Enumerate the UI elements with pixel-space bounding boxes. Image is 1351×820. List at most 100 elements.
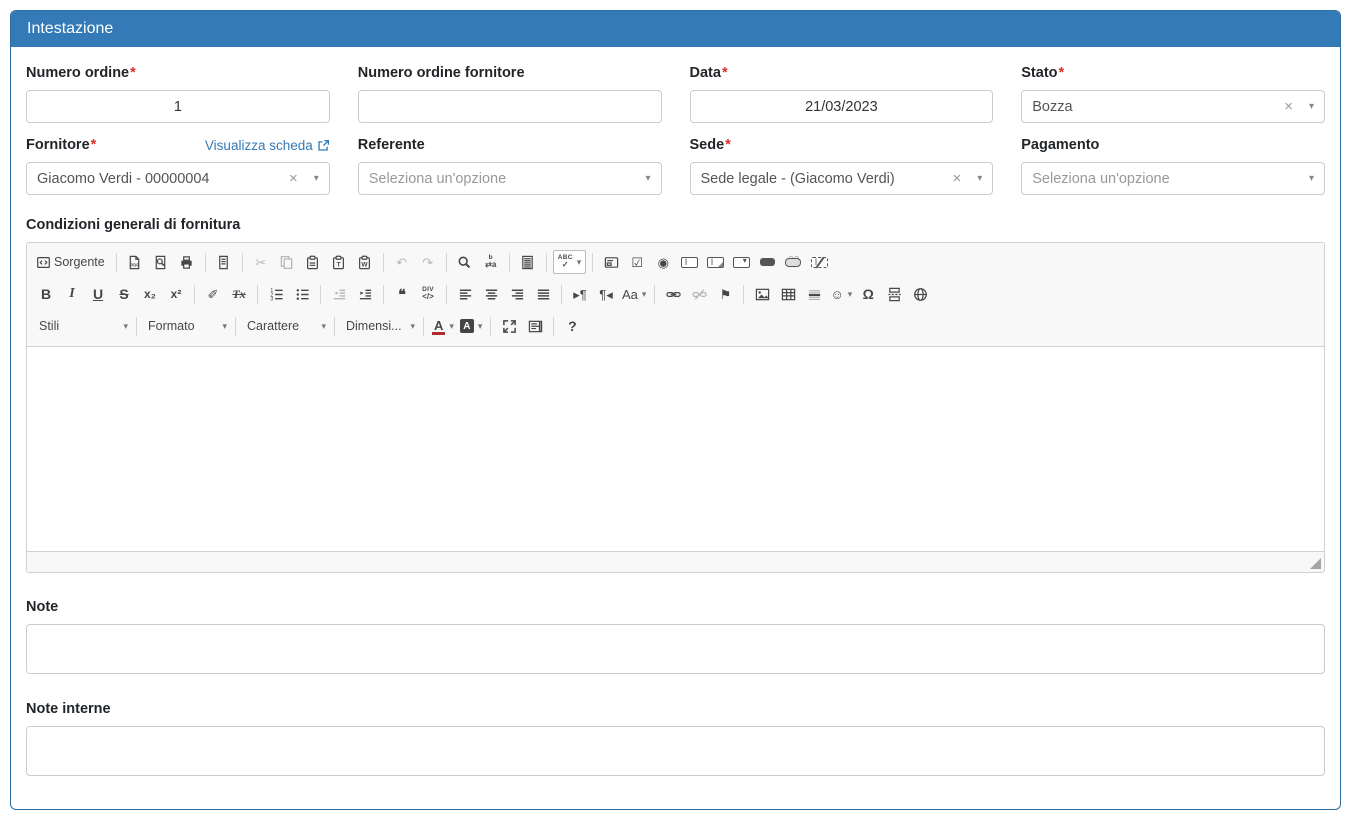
select-all-button[interactable] bbox=[516, 250, 540, 274]
editor-content[interactable] bbox=[27, 347, 1324, 551]
underline-button[interactable]: U bbox=[86, 282, 110, 306]
indent-icon bbox=[358, 287, 373, 302]
link-button[interactable] bbox=[661, 282, 685, 306]
iframe-button[interactable] bbox=[908, 282, 932, 306]
select-field-button[interactable] bbox=[729, 250, 753, 274]
anchor-button[interactable]: ⚑ bbox=[713, 282, 737, 306]
textarea-button[interactable] bbox=[703, 250, 727, 274]
find-button[interactable] bbox=[453, 250, 477, 274]
numbered-list-button[interactable]: 123 bbox=[264, 282, 288, 306]
redo-button: ↷ bbox=[416, 250, 440, 274]
bidi-ltr-button[interactable]: ▸¶ bbox=[568, 282, 592, 306]
text-color-icon: A bbox=[432, 318, 445, 335]
subscript-button[interactable]: x₂ bbox=[138, 282, 162, 306]
fornitore-select[interactable]: Giacomo Verdi - 00000004 × ▾ bbox=[26, 162, 330, 195]
field-label: Fornitore* bbox=[26, 137, 96, 153]
note-textarea[interactable] bbox=[26, 624, 1325, 674]
clear-icon[interactable]: × bbox=[281, 170, 306, 187]
table-button[interactable] bbox=[776, 282, 800, 306]
chevron-down-icon: ▾ bbox=[119, 321, 128, 332]
font-dropdown[interactable]: Carattere▾ bbox=[242, 314, 328, 338]
chevron-down-icon[interactable]: ▾ bbox=[1301, 173, 1314, 184]
toolbar-separator bbox=[383, 253, 384, 272]
show-blocks-button[interactable] bbox=[523, 314, 547, 338]
bg-color-button[interactable]: A▾ bbox=[458, 314, 485, 338]
toolbar-separator bbox=[553, 317, 554, 336]
format-dropdown[interactable]: Formato▾ bbox=[143, 314, 229, 338]
text-color-button[interactable]: A▾ bbox=[430, 314, 456, 338]
numero-ordine-input[interactable] bbox=[26, 90, 330, 123]
radio-button[interactable]: ◉ bbox=[651, 250, 675, 274]
align-left-button[interactable] bbox=[453, 282, 477, 306]
div-container-icon: DIV</> bbox=[422, 287, 434, 301]
form-button[interactable] bbox=[599, 250, 623, 274]
replace-button[interactable]: b⇄a bbox=[479, 250, 503, 274]
image-button-button[interactable] bbox=[781, 250, 805, 274]
remove-format-button[interactable]: Tx bbox=[227, 282, 251, 306]
superscript-button[interactable]: x² bbox=[164, 282, 188, 306]
maximize-button[interactable] bbox=[497, 314, 521, 338]
paste-word-button[interactable]: W bbox=[353, 250, 377, 274]
bold-button[interactable]: B bbox=[34, 282, 58, 306]
chevron-down-icon[interactable]: ▾ bbox=[637, 173, 650, 184]
visualizza-scheda-link[interactable]: Visualizza scheda bbox=[205, 138, 330, 153]
chevron-down-icon[interactable]: ▾ bbox=[969, 173, 982, 184]
sede-select[interactable]: Sede legale - (Giacomo Verdi) × ▾ bbox=[690, 162, 994, 195]
print-button[interactable] bbox=[175, 250, 199, 274]
referente-select[interactable]: Seleziona un'opzione ▾ bbox=[358, 162, 662, 195]
checkbox-button[interactable]: ☑ bbox=[625, 250, 649, 274]
horizontal-rule-button[interactable] bbox=[802, 282, 826, 306]
styles-dropdown[interactable]: Stili▾ bbox=[34, 314, 130, 338]
clear-icon[interactable]: × bbox=[1276, 98, 1301, 115]
note-interne-textarea[interactable] bbox=[26, 726, 1325, 776]
about-button[interactable]: ? bbox=[560, 314, 584, 338]
italic-button[interactable]: I bbox=[60, 282, 84, 306]
strikethrough-button[interactable]: S bbox=[112, 282, 136, 306]
page-break-button[interactable] bbox=[882, 282, 906, 306]
bidi-rtl-button[interactable]: ¶◂ bbox=[594, 282, 618, 306]
justify-button[interactable] bbox=[531, 282, 555, 306]
toolbar-separator bbox=[334, 317, 335, 336]
justify-icon bbox=[536, 287, 551, 302]
paste-text-button[interactable]: T bbox=[327, 250, 351, 274]
export-pdf-button[interactable]: PDF bbox=[123, 250, 147, 274]
align-right-button[interactable] bbox=[505, 282, 529, 306]
source-button-label: Sorgente bbox=[51, 255, 108, 269]
copy-formatting-button[interactable]: ✐ bbox=[201, 282, 225, 306]
chevron-down-icon: ▾ bbox=[844, 289, 853, 300]
indent-button[interactable] bbox=[353, 282, 377, 306]
div-container-button[interactable]: DIV</> bbox=[416, 282, 440, 306]
templates-button[interactable] bbox=[212, 250, 236, 274]
special-char-button[interactable]: Ω bbox=[856, 282, 880, 306]
data-input[interactable] bbox=[690, 90, 994, 123]
bulleted-list-button[interactable] bbox=[290, 282, 314, 306]
paste-button[interactable] bbox=[301, 250, 325, 274]
size-dropdown[interactable]: Dimensi...▾ bbox=[341, 314, 417, 338]
source-button[interactable]: Sorgente bbox=[34, 250, 110, 274]
hidden-field-button[interactable] bbox=[807, 250, 831, 274]
toolbar-separator bbox=[235, 317, 236, 336]
editor-resize-handle[interactable] bbox=[1310, 558, 1321, 569]
language-icon: Aa bbox=[622, 288, 638, 301]
toolbar-separator bbox=[242, 253, 243, 272]
smiley-icon: ☺ bbox=[830, 288, 843, 301]
form-button-button[interactable] bbox=[755, 250, 779, 274]
align-center-button[interactable] bbox=[479, 282, 503, 306]
smiley-button[interactable]: ☺▾ bbox=[828, 282, 854, 306]
note-label: Note bbox=[26, 599, 1325, 615]
stato-select[interactable]: Bozza × ▾ bbox=[1021, 90, 1325, 123]
text-field-button[interactable] bbox=[677, 250, 701, 274]
chevron-down-icon[interactable]: ▾ bbox=[306, 173, 319, 184]
toolbar-separator bbox=[320, 285, 321, 304]
image-button[interactable] bbox=[750, 282, 774, 306]
numero-ordine-fornitore-input[interactable] bbox=[358, 90, 662, 123]
chevron-down-icon[interactable]: ▾ bbox=[1301, 101, 1314, 112]
blockquote-button[interactable]: ❝ bbox=[390, 282, 414, 306]
spellcheck-button[interactable]: ABC✓▾ bbox=[553, 250, 587, 274]
chevron-down-icon: ▾ bbox=[317, 321, 326, 332]
clear-icon[interactable]: × bbox=[944, 170, 969, 187]
pagamento-select[interactable]: Seleziona un'opzione ▾ bbox=[1021, 162, 1325, 195]
language-button[interactable]: Aa▾ bbox=[620, 282, 648, 306]
pagamento-select-placeholder: Seleziona un'opzione bbox=[1032, 171, 1301, 187]
preview-button[interactable] bbox=[149, 250, 173, 274]
